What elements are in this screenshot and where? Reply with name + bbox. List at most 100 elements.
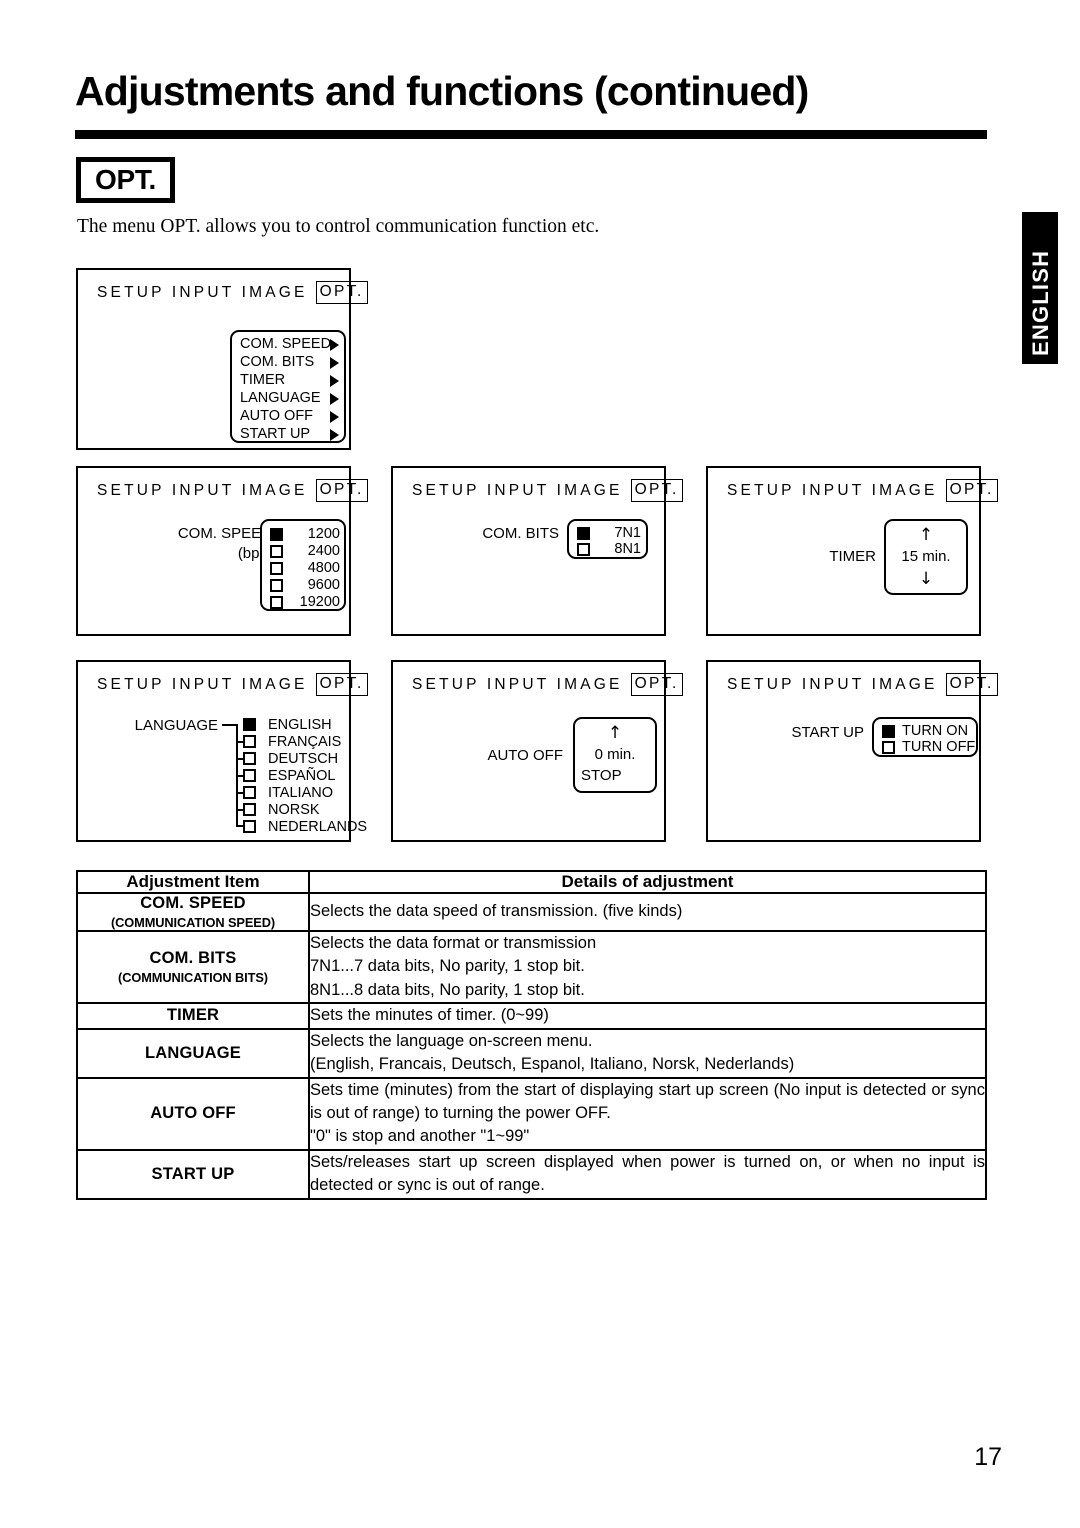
table-header-row: Adjustment Item Details of adjustment: [76, 870, 987, 894]
radio-com-speed-2400[interactable]: [270, 545, 283, 558]
auto-off-stepper: ↑ 0 min. STOP: [573, 717, 657, 793]
osd-panel-language: SETUP INPUT IMAGE OPT. LANGUAGE ENGLISH …: [76, 660, 368, 842]
row-item-auto-off: AUTO OFF: [76, 1076, 310, 1151]
option-label-2400[interactable]: 2400: [286, 543, 340, 559]
table-row: TIMER Sets the minutes of timer. (0~99): [76, 1002, 987, 1030]
radio-language-english[interactable]: [243, 718, 256, 731]
right-arrow-icon: [330, 375, 339, 387]
option-label-7n1[interactable]: 7N1: [593, 525, 641, 541]
detail-line: 7N1...7 data bits, No parity, 1 stop bit…: [310, 957, 585, 976]
column-header-item: Adjustment Item: [76, 870, 310, 894]
option-label-8n1[interactable]: 8N1: [593, 541, 641, 557]
right-arrow-icon: [330, 393, 339, 405]
row-item-start-up: START UP: [76, 1148, 310, 1200]
timer-label: TIMER: [829, 548, 876, 565]
row-item-language: LANGUAGE: [76, 1027, 310, 1079]
auto-off-stop-label: STOP: [581, 767, 622, 784]
row-details-com-speed: Selects the data speed of transmission. …: [308, 892, 987, 932]
option-label-norsk[interactable]: NORSK: [268, 802, 320, 818]
com-speed-label: COM. SPEED: [177, 525, 272, 542]
com-speed-option-group: 1200 2400 4800 9600 19200: [260, 519, 346, 611]
down-arrow-icon[interactable]: ↓: [886, 571, 966, 588]
option-label-deutsch[interactable]: DEUTSCH: [268, 751, 338, 767]
radio-language-espanol[interactable]: [243, 769, 256, 782]
detail-line: Sets/releases start up screen displayed …: [310, 1152, 985, 1195]
radio-com-speed-19200[interactable]: [270, 596, 283, 609]
page-title: Adjustments and functions (continued): [75, 68, 809, 114]
option-label-1200[interactable]: 1200: [286, 526, 340, 542]
menu-item-language[interactable]: LANGUAGE: [240, 390, 344, 406]
row-item-com-bits: COM. BITS (COMMUNICATION BITS): [76, 929, 310, 1005]
right-arrow-icon: [330, 429, 339, 441]
item-name: COM. BITS: [149, 949, 237, 968]
option-label-italiano[interactable]: ITALIANO: [268, 785, 333, 801]
detail-line: Selects the data speed of transmission. …: [310, 902, 683, 921]
page-number: 17: [974, 1443, 1002, 1471]
option-label-19200[interactable]: 19200: [286, 594, 340, 610]
com-bits-label: COM. BITS: [482, 525, 559, 542]
detail-line: Selects the data format or transmission: [310, 934, 597, 952]
row-item-com-speed: COM. SPEED (COMMUNICATION SPEED): [76, 892, 310, 932]
timer-stepper: ↑ 15 min. ↓: [884, 519, 968, 595]
detail-line: 8N1...8 data bits, No parity, 1 stop bit…: [310, 980, 585, 999]
row-details-language: Selects the language on-screen menu. (En…: [308, 1027, 987, 1079]
radio-start-up-turn-on[interactable]: [882, 725, 895, 738]
item-name: START UP: [151, 1164, 235, 1183]
option-label-4800[interactable]: 4800: [286, 560, 340, 576]
table-row: LANGUAGE Selects the language on-screen …: [76, 1027, 987, 1079]
option-label-nederlands[interactable]: NEDERLANDS: [268, 819, 367, 835]
timer-value: 15 min.: [901, 548, 951, 565]
row-details-com-bits: Selects the data format or transmission …: [308, 929, 987, 1005]
radio-language-francais[interactable]: [243, 735, 256, 748]
table-row: COM. SPEED (COMMUNICATION SPEED) Selects…: [76, 892, 987, 932]
osd-panel-com-bits: SETUP INPUT IMAGE OPT. COM. BITS 7N1 8N1: [391, 466, 683, 636]
detail-line: (English, Francais, Deutsch, Espanol, It…: [310, 1055, 795, 1074]
row-details-timer: Sets the minutes of timer. (0~99): [308, 1002, 987, 1030]
option-label-english[interactable]: ENGLISH: [268, 717, 332, 733]
table-row: START UP Sets/releases start up screen d…: [76, 1148, 987, 1200]
item-name: LANGUAGE: [144, 1043, 242, 1062]
language-side-tab-label: ENGLISH: [1028, 249, 1053, 356]
option-label-espanol[interactable]: ESPAÑOL: [268, 768, 335, 784]
radio-com-speed-1200[interactable]: [270, 528, 283, 541]
com-bits-option-group: 7N1 8N1: [567, 519, 648, 559]
section-badge-opt: OPT.: [76, 157, 175, 203]
up-arrow-icon[interactable]: ↑: [575, 725, 655, 742]
detail-line: Selects the language on-screen menu.: [310, 1031, 593, 1050]
option-label-francais[interactable]: FRANÇAIS: [268, 734, 341, 750]
radio-start-up-turn-off[interactable]: [882, 741, 895, 754]
start-up-label: START UP: [791, 724, 864, 741]
menu-item-com-speed[interactable]: COM. SPEED: [240, 336, 344, 352]
title-underline-rule: [75, 130, 987, 139]
up-arrow-icon[interactable]: ↑: [886, 527, 966, 544]
radio-language-italiano[interactable]: [243, 786, 256, 799]
right-arrow-icon: [330, 357, 339, 369]
radio-language-nederlands[interactable]: [243, 820, 256, 833]
item-name: AUTO OFF: [150, 1104, 236, 1123]
option-label-turn-off[interactable]: TURN OFF: [902, 739, 975, 755]
row-details-start-up: Sets/releases start up screen displayed …: [308, 1148, 987, 1200]
radio-language-norsk[interactable]: [243, 803, 256, 816]
osd-panel-main-menu: SETUP INPUT IMAGE OPT. COM. SPEED COM. B…: [76, 268, 368, 450]
table-row: COM. BITS (COMMUNICATION BITS) Selects t…: [76, 929, 987, 1005]
radio-com-speed-4800[interactable]: [270, 562, 283, 575]
detail-line: Sets the minutes of timer. (0~99): [310, 1006, 549, 1025]
language-label: LANGUAGE: [134, 717, 218, 734]
adjustment-details-table: Adjustment Item Details of adjustment CO…: [76, 870, 987, 1200]
row-item-timer: TIMER: [76, 1002, 310, 1030]
option-label-turn-on[interactable]: TURN ON: [902, 723, 968, 739]
osd-panel-timer: SETUP INPUT IMAGE OPT. TIMER ↑ 15 min. ↓: [706, 466, 998, 636]
radio-language-deutsch[interactable]: [243, 752, 256, 765]
item-name: COM. SPEED: [140, 894, 246, 912]
menu-item-start-up[interactable]: START UP: [240, 426, 344, 442]
option-label-9600[interactable]: 9600: [286, 577, 340, 593]
osd-panel-com-speed: SETUP INPUT IMAGE OPT. COM. SPEED (bps) …: [76, 466, 368, 636]
menu-item-auto-off[interactable]: AUTO OFF: [240, 408, 344, 424]
auto-off-value: 0 min.: [594, 746, 636, 763]
section-badge-label: OPT.: [94, 164, 157, 195]
menu-item-timer[interactable]: TIMER: [240, 372, 344, 388]
radio-com-speed-9600[interactable]: [270, 579, 283, 592]
menu-item-com-bits[interactable]: COM. BITS: [240, 354, 344, 370]
radio-com-bits-8n1[interactable]: [577, 543, 590, 556]
radio-com-bits-7n1[interactable]: [577, 527, 590, 540]
